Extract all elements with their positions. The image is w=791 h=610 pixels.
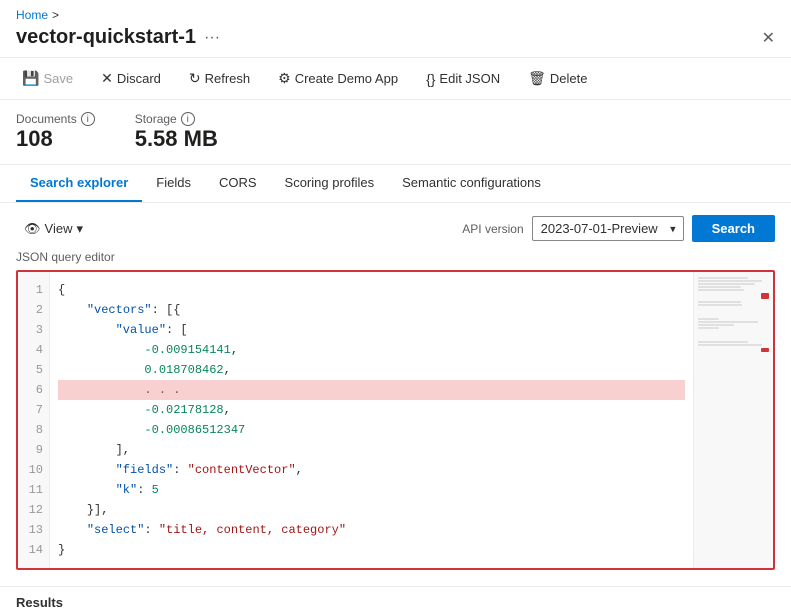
code-line-12: }],	[58, 500, 685, 520]
code-line-13: "select": "title, content, category"	[58, 520, 685, 540]
code-line-1: {	[58, 280, 685, 300]
chevron-down-icon: ▾	[76, 221, 83, 237]
code-content[interactable]: { "vectors": [{ "value": [ -0.009154141,…	[50, 272, 693, 568]
storage-value: 5.58 MB	[135, 126, 218, 152]
code-line-5: 0.018708462,	[58, 360, 685, 380]
code-line-6: . . .	[58, 380, 685, 400]
page-title: vector-quickstart-1	[16, 26, 196, 49]
close-button[interactable]: ✕	[762, 28, 775, 48]
delete-icon: 🗑	[528, 70, 546, 87]
storage-info-icon[interactable]: i	[181, 112, 195, 126]
api-version-wrapper: 2023-07-01-Preview 2023-10-01-Preview 20…	[532, 216, 684, 241]
code-line-10: "fields": "contentVector",	[58, 460, 685, 480]
code-line-8: -0.00086512347	[58, 420, 685, 440]
content-area: 👁 View ▾ API version 2023-07-01-Preview …	[0, 203, 791, 582]
tab-fields[interactable]: Fields	[142, 165, 205, 202]
json-icon: {}	[426, 71, 435, 87]
refresh-icon: ↻	[189, 70, 201, 87]
api-version-select[interactable]: 2023-07-01-Preview 2023-10-01-Preview 20…	[532, 216, 684, 241]
code-line-4: -0.009154141,	[58, 340, 685, 360]
tab-scoring-profiles[interactable]: Scoring profiles	[271, 165, 389, 202]
breadcrumb: Home >	[16, 8, 775, 22]
tab-search-explorer[interactable]: Search explorer	[16, 165, 142, 202]
json-editor[interactable]: 1 2 3 4 5 6 7 8 9 10 11 12 13 14 { "vect…	[16, 270, 775, 570]
view-button[interactable]: 👁 View ▾	[16, 217, 91, 241]
code-line-11: "k": 5	[58, 480, 685, 500]
toolbar: 💾 Save ✕ Discard ↻ Refresh ⚙ Create Demo…	[0, 58, 791, 100]
demo-icon: ⚙	[278, 70, 291, 87]
results-label: Results	[0, 586, 791, 610]
tab-cors[interactable]: CORS	[205, 165, 271, 202]
eye-icon: 👁	[24, 221, 41, 237]
edit-json-button[interactable]: {} Edit JSON	[420, 67, 506, 91]
documents-info-icon[interactable]: i	[81, 112, 95, 126]
documents-value: 108	[16, 126, 95, 152]
search-button[interactable]: Search	[692, 215, 775, 242]
api-version-label: API version	[462, 222, 523, 236]
storage-stat: Storage i 5.58 MB	[135, 112, 218, 152]
minimap	[693, 272, 773, 568]
code-line-2: "vectors": [{	[58, 300, 685, 320]
discard-icon: ✕	[101, 70, 113, 87]
refresh-button[interactable]: ↻ Refresh	[183, 66, 256, 91]
editor-label: JSON query editor	[16, 250, 775, 264]
more-options-icon[interactable]: ···	[204, 29, 220, 47]
save-button[interactable]: 💾 Save	[16, 66, 79, 91]
mini-map-content	[694, 272, 773, 357]
api-version-area: API version 2023-07-01-Preview 2023-10-0…	[462, 215, 775, 242]
save-icon: 💾	[22, 70, 39, 87]
stats-bar: Documents i 108 Storage i 5.58 MB	[0, 100, 791, 165]
code-line-14: }	[58, 540, 685, 560]
breadcrumb-separator: >	[52, 8, 59, 22]
breadcrumb-home[interactable]: Home	[16, 8, 48, 22]
code-line-7: -0.02178128,	[58, 400, 685, 420]
create-demo-app-button[interactable]: ⚙ Create Demo App	[272, 66, 404, 91]
delete-button[interactable]: 🗑 Delete	[522, 66, 593, 91]
code-line-3: "value": [	[58, 320, 685, 340]
discard-button[interactable]: ✕ Discard	[95, 66, 167, 91]
code-line-9: ],	[58, 440, 685, 460]
documents-stat: Documents i 108	[16, 112, 95, 152]
line-numbers: 1 2 3 4 5 6 7 8 9 10 11 12 13 14	[18, 272, 50, 568]
nav-tabs: Search explorer Fields CORS Scoring prof…	[0, 165, 791, 203]
query-toolbar: 👁 View ▾ API version 2023-07-01-Preview …	[16, 215, 775, 242]
tab-semantic-configurations[interactable]: Semantic configurations	[388, 165, 555, 202]
